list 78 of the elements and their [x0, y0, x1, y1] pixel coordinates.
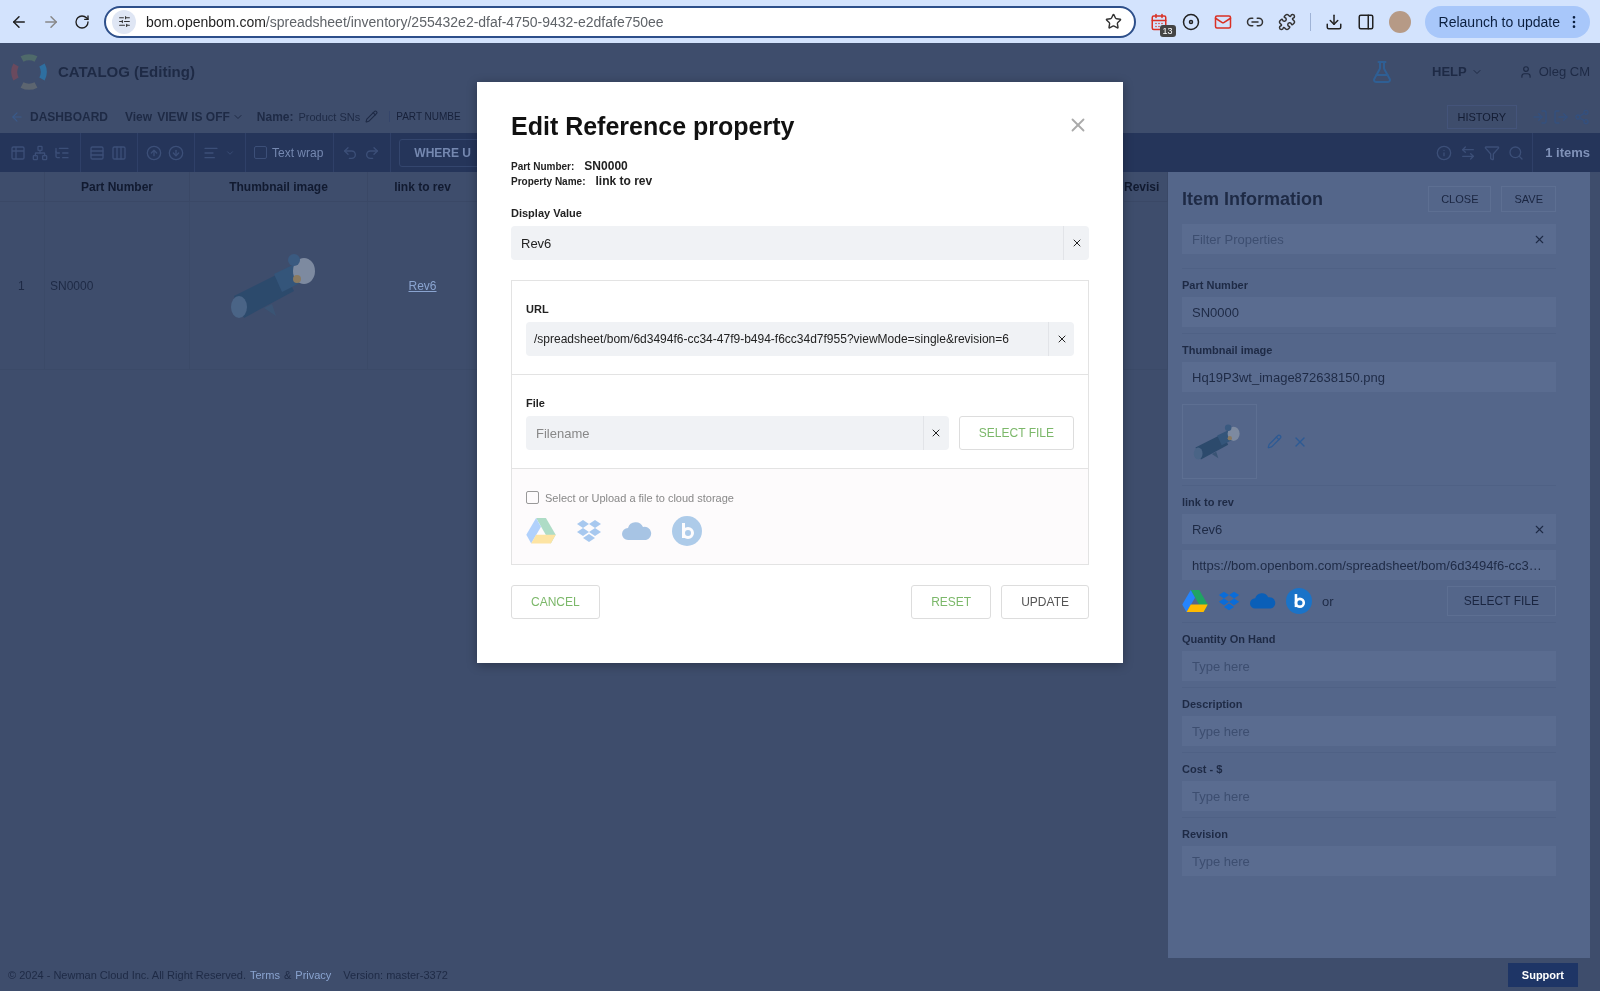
- field-label: Revision: [1182, 828, 1229, 840]
- privacy-link[interactable]: Privacy: [295, 968, 332, 981]
- reload-icon[interactable]: [74, 13, 90, 30]
- filename-field[interactable]: Filename: [526, 416, 949, 450]
- panel-title: Item Information: [1182, 188, 1324, 210]
- undo-icon[interactable]: [342, 144, 359, 161]
- logo-icon[interactable]: [10, 52, 48, 91]
- url-text: bom.openbom.com/spreadsheet/inventory/255432e2-dfaf-4750-9432-e2dfafe750ee: [146, 13, 665, 30]
- text-wrap-checkbox[interactable]: Text wrap: [254, 145, 324, 160]
- back-arrow-icon[interactable]: [10, 109, 24, 124]
- search-icon[interactable]: [1508, 144, 1525, 161]
- url-field[interactable]: /spreadsheet/bom/6d3494f6-cc34-47f9-b494-f6cc34d7f955?viewMode=single&revision=6: [526, 322, 1074, 356]
- property-field[interactable]: Rev6: [1182, 514, 1556, 544]
- meta-value: SN0000: [584, 159, 628, 173]
- close-button[interactable]: CLOSE: [1428, 186, 1492, 212]
- field-label: File: [526, 397, 546, 409]
- property-field[interactable]: SN0000: [1182, 297, 1556, 327]
- download-icon[interactable]: [1324, 12, 1343, 31]
- url-field[interactable]: https://bom.openbom.com/spreadsheet/bom/6d3494f6-cc3…: [1182, 550, 1556, 580]
- select-file-button[interactable]: SELECT FILE: [1446, 586, 1556, 616]
- cloud-icon[interactable]: [1250, 593, 1276, 609]
- columns-icon[interactable]: [111, 144, 127, 161]
- circle-logo-icon[interactable]: [1286, 588, 1312, 614]
- redo-icon[interactable]: [364, 144, 381, 161]
- notification-badge: 13: [1159, 24, 1176, 37]
- user-icon[interactable]: [1518, 64, 1533, 79]
- or-text: or: [1322, 593, 1334, 609]
- save-button[interactable]: SAVE: [1501, 186, 1556, 212]
- field-label: Display Value: [511, 207, 583, 219]
- meta-value: link to rev: [595, 174, 653, 188]
- swap-icon[interactable]: [1460, 144, 1477, 161]
- history-button[interactable]: HISTORY: [1446, 104, 1517, 129]
- edit-icon[interactable]: [365, 110, 379, 123]
- column-header[interactable]: Part Number: [45, 172, 190, 202]
- extensions-icon[interactable]: [1277, 12, 1296, 31]
- mail-icon[interactable]: [1213, 12, 1232, 31]
- diamonds-icon[interactable]: [576, 518, 602, 544]
- add-row-icon[interactable]: [89, 144, 105, 161]
- dialog-title: Edit Reference property: [511, 112, 795, 141]
- update-button[interactable]: UPDATE: [1001, 585, 1089, 619]
- side-panel-icon[interactable]: [1356, 12, 1375, 31]
- display-value-field[interactable]: Rev6: [511, 226, 1089, 260]
- reset-button[interactable]: RESET: [911, 585, 992, 619]
- avatar-icon[interactable]: [1388, 10, 1411, 33]
- table-icon[interactable]: [10, 144, 26, 161]
- relaunch-button[interactable]: Relaunch to update: [1424, 5, 1590, 38]
- field-label: Description: [1182, 698, 1244, 710]
- terms-link[interactable]: Terms: [250, 968, 280, 981]
- support-button[interactable]: Support: [1507, 962, 1578, 987]
- diamonds-icon[interactable]: [1218, 590, 1240, 612]
- field-label: Cost - $: [1182, 763, 1224, 775]
- cancel-button[interactable]: CANCEL: [511, 585, 600, 619]
- field-label: Thumbnail image: [1182, 344, 1274, 356]
- field-label: URL: [526, 303, 550, 315]
- info-icon[interactable]: [1436, 144, 1453, 161]
- edit-icon[interactable]: [1267, 434, 1282, 449]
- bookmark-star-icon[interactable]: [1104, 13, 1122, 30]
- site-settings-icon[interactable]: [117, 15, 131, 28]
- select-file-button[interactable]: SELECT FILE: [958, 416, 1074, 450]
- field-label: link to rev: [1182, 496, 1235, 508]
- ampersand-text: &: [283, 968, 292, 981]
- filter-icon[interactable]: [1484, 144, 1501, 161]
- cloud-icon[interactable]: [622, 522, 652, 540]
- cloud-storage-checkbox[interactable]: Select or Upload a file to cloud storage: [526, 491, 1074, 504]
- meta-label: Part Number:: [511, 160, 575, 174]
- arrow-down-icon[interactable]: [168, 144, 184, 161]
- arrow-up-icon[interactable]: [146, 144, 162, 161]
- hierarchy-icon[interactable]: [32, 144, 48, 161]
- reference-link[interactable]: Rev6: [408, 278, 437, 293]
- field-label: Quantity On Hand: [1182, 633, 1277, 645]
- triangle-logo-icon[interactable]: [1182, 589, 1208, 613]
- meta-label: Property Name:: [511, 175, 586, 189]
- triangle-logo-icon[interactable]: [526, 518, 556, 544]
- address-bar[interactable]: bom.openbom.com/spreadsheet/inventory/255432e2-dfaf-4750-9432-e2dfafe750ee: [104, 5, 1136, 38]
- column-header[interactable]: Thumbnail image: [190, 172, 368, 202]
- field-label: Part Number: [1182, 279, 1250, 291]
- property-field[interactable]: Hq19P3wt_image872638150.png: [1182, 362, 1556, 392]
- disc-icon[interactable]: [1181, 12, 1200, 31]
